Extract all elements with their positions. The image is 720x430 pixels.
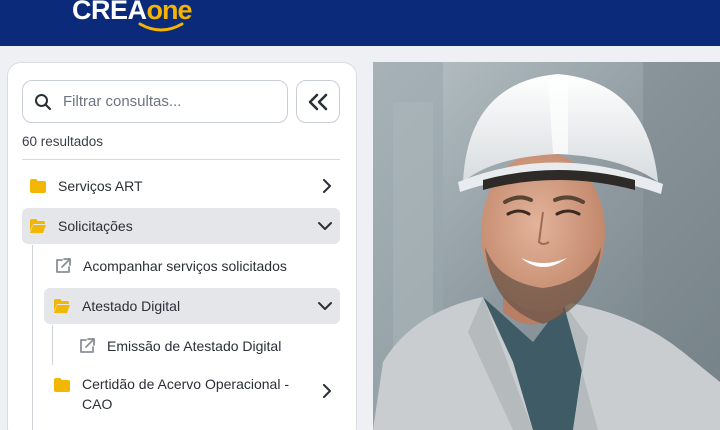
tree-guide-line-nested (52, 325, 53, 365)
engineer-illustration (373, 62, 720, 430)
sidebar-item-label: Certidão de Acervo Operacional - CAO (82, 374, 289, 414)
sidebar-item-certidao-cao[interactable]: Certidão de Acervo Operacional - CAO (44, 370, 340, 418)
sidebar-item-solicitacoes[interactable]: Solicitações (22, 208, 340, 244)
double-chevron-left-icon (308, 93, 328, 110)
hero-photo (373, 62, 720, 430)
header-gap (0, 46, 720, 62)
sidebar-item-label: Acompanhar serviços solicitados (83, 258, 287, 274)
divider (22, 159, 340, 160)
folder-icon (54, 378, 70, 392)
sidebar-item-emissao-atestado[interactable]: Emissão de Atestado Digital (68, 328, 340, 364)
creaone-logo[interactable]: CREA one (72, 0, 193, 38)
sidebar-item-label: Solicitações (58, 218, 133, 234)
collapse-sidebar-button[interactable] (296, 80, 340, 123)
logo-smile-icon (138, 22, 184, 32)
external-link-icon (80, 338, 95, 353)
chevron-down-icon (318, 221, 332, 231)
sidebar-item-label-line1: Certidão de Acervo Operacional - (82, 376, 289, 392)
sidebar-item-label-line2: CAO (82, 396, 113, 412)
chevron-down-icon (318, 301, 332, 311)
folder-open-icon (54, 299, 70, 313)
results-count: 60 resultados (22, 134, 104, 149)
folder-open-icon (30, 219, 46, 233)
search-icon (23, 93, 63, 111)
sidebar-item-label: Serviços ART (58, 178, 143, 194)
chevron-right-icon (322, 384, 332, 398)
top-header: CREA one (0, 0, 720, 46)
sidebar-item-servicos-art[interactable]: Serviços ART (22, 168, 340, 204)
sidebar-item-label: Atestado Digital (82, 298, 181, 314)
sidebar-item-atestado-digital[interactable]: Atestado Digital (44, 288, 340, 324)
search-input[interactable] (63, 93, 273, 110)
search-box[interactable] (22, 80, 288, 123)
sidebar-item-acompanhar-servicos[interactable]: Acompanhar serviços solicitados (44, 248, 340, 284)
chevron-right-icon (322, 179, 332, 193)
tree-guide-line (32, 245, 33, 430)
sidebar-item-label: Emissão de Atestado Digital (107, 338, 282, 354)
folder-icon (30, 179, 46, 193)
external-link-icon (56, 258, 71, 273)
